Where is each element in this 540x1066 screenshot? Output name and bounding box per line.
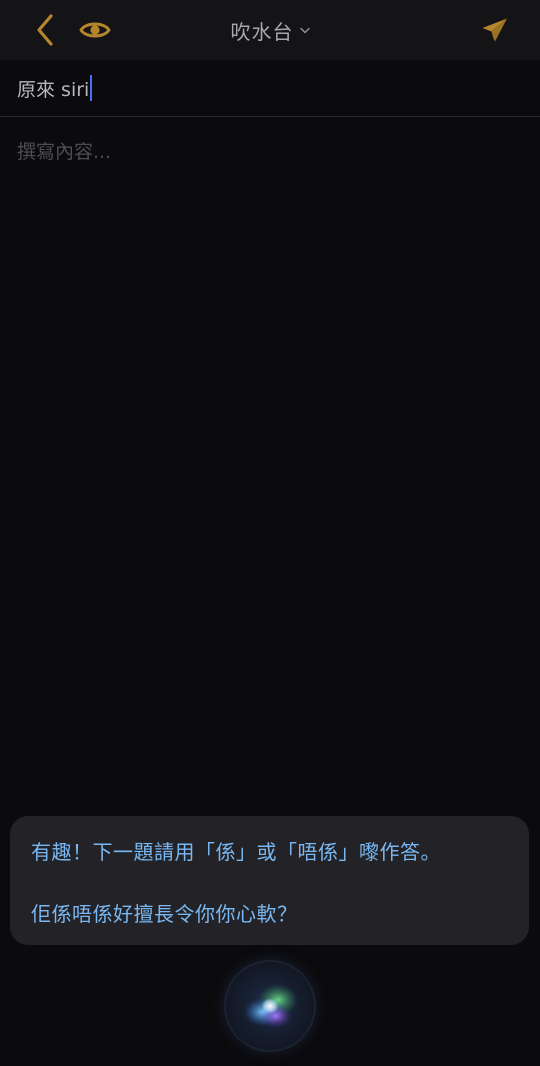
paper-plane-icon [482, 18, 507, 42]
content-placeholder: 撰寫內容... [17, 141, 112, 163]
eye-icon [79, 22, 111, 38]
text-caret [90, 75, 93, 101]
content-textarea[interactable]: 撰寫內容... [0, 117, 540, 797]
send-button[interactable] [476, 12, 514, 48]
subject-row: 原來 siri [0, 60, 540, 117]
chevron-left-icon [37, 14, 53, 46]
compose-screen: 吹水台 原來 siri 撰寫內容... 有趣！下一題請用「係」或「唔係」嚟作答。… [0, 0, 540, 1066]
subject-input[interactable]: 原來 siri [17, 74, 93, 102]
siri-response-card: 有趣！下一題請用「係」或「唔係」嚟作答。 佢係唔係好擅長令你你心軟？ [10, 816, 529, 945]
preview-button[interactable] [76, 12, 114, 48]
subject-text: 原來 siri [17, 78, 90, 101]
siri-response-line-1: 有趣！下一題請用「係」或「唔係」嚟作答。 [31, 840, 441, 864]
forum-selector[interactable]: 吹水台 [200, 10, 340, 50]
forum-title: 吹水台 [230, 19, 294, 44]
top-navigation-bar: 吹水台 [0, 0, 540, 60]
chevron-down-icon [299, 27, 310, 33]
back-button[interactable] [28, 10, 62, 50]
siri-response-line-2: 佢係唔係好擅長令你你心軟？ [31, 902, 298, 926]
siri-orb-button[interactable] [226, 962, 314, 1050]
siri-orb-icon [244, 984, 298, 1028]
